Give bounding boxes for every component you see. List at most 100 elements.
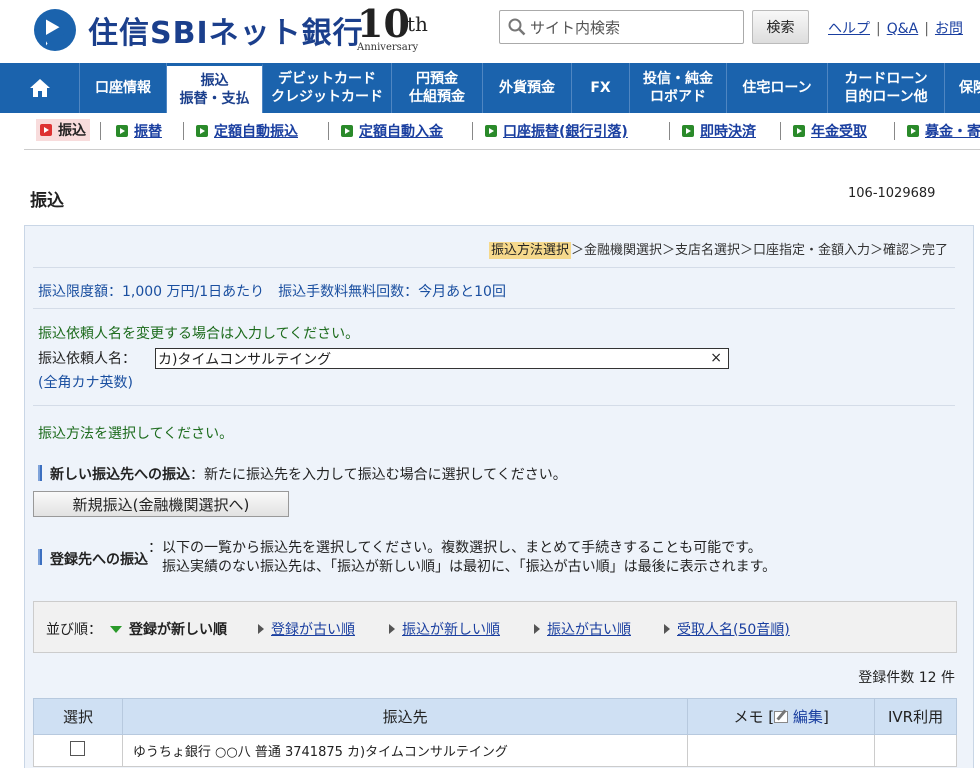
nav-housing-loan[interactable]: 住宅ローン: [727, 63, 828, 113]
nav-home[interactable]: [0, 63, 80, 113]
subnav-item-transfer[interactable]: 振込: [36, 119, 90, 141]
divider: |: [876, 21, 881, 37]
kana-note: (全角カナ英数): [38, 375, 133, 391]
qa-link[interactable]: Q&A: [887, 21, 919, 37]
subnav-link[interactable]: 定額自動入金: [359, 121, 443, 141]
subnav-link[interactable]: 年金受取: [811, 121, 867, 141]
search-icon: [508, 18, 526, 36]
arrow-right-icon: [682, 125, 694, 137]
nav-foreign-deposit[interactable]: 外貨預金: [483, 63, 572, 113]
memo-header-close: ]: [822, 708, 829, 726]
memo-header-label: メモ [: [733, 708, 775, 726]
nav-card-loan[interactable]: カードローン 目的ローン他: [828, 63, 945, 113]
divider: [100, 122, 101, 140]
subnav-link[interactable]: 口座振替(銀行引落): [503, 121, 628, 141]
nav-account-info[interactable]: 口座情報: [80, 63, 167, 113]
edit-memo-link[interactable]: 編集: [793, 708, 823, 726]
sender-name-field: ×: [155, 348, 729, 369]
registered-desc-line1: ：以下の一覧から振込先を選択してください。複数選択し、まとめて手続きすることも可…: [148, 540, 762, 556]
divider: [33, 308, 955, 309]
subnav-item-direct-debit[interactable]: 口座振替(銀行引落): [485, 121, 628, 141]
arrow-right-icon: [196, 125, 208, 137]
nav-label: デビットカード クレジットカード: [271, 70, 383, 106]
sort-option-link[interactable]: 受取人名(50音順): [677, 619, 790, 639]
payee-table: 選択 振込先 メモ [ 編集] IVR利用 ゆうちょ銀行 ○○八 普通 3741…: [33, 698, 957, 767]
nav-label: 円預金 仕組預金: [409, 70, 465, 106]
nav-label-line: 仕組預金: [409, 89, 465, 105]
divider: [183, 122, 184, 140]
divider: [33, 405, 955, 406]
nav-investment[interactable]: 投信・純金 ロボアド: [630, 63, 727, 113]
sort-option-transfer-oldest[interactable]: 振込が古い順: [534, 619, 631, 639]
sort-bar: 並び順： 登録が新しい順 登録が古い順 振込が新しい順 振込が古い順 受取人名(…: [33, 601, 957, 653]
sort-option-payee-name[interactable]: 受取人名(50音順): [664, 619, 790, 639]
subnav-item-scheduled-transfer[interactable]: 定額自動振込: [196, 121, 298, 141]
col-select: 選択: [33, 698, 123, 735]
bank-logo-icon[interactable]: [34, 9, 76, 51]
sort-option-link[interactable]: 振込が新しい順: [402, 619, 500, 639]
nav-label-line: 振替・支払: [179, 90, 250, 107]
nav-cards[interactable]: デビットカード クレジットカード: [263, 63, 392, 113]
subnav-item-scheduled-deposit[interactable]: 定額自動入金: [341, 121, 443, 141]
site-search-box: [499, 10, 744, 44]
anniversary-suffix: th: [407, 12, 428, 36]
brand-name[interactable]: 住信SBIネット銀行: [88, 8, 364, 52]
subnav-link[interactable]: 募金・寄: [925, 121, 980, 141]
nav-label: 保険: [959, 80, 980, 96]
nav-label: 口座情報: [95, 80, 151, 96]
nav-label: 投信・純金 ロボアド: [643, 70, 713, 106]
payee-cell: ゆうちょ銀行 ○○八 普通 3741875 カ)タイムコンサルテイング: [121, 734, 689, 767]
registered-transfer-desc: ：以下の一覧から振込先を選択してください。複数選択し、まとめて手続きすることも可…: [148, 539, 776, 577]
edit-memo-icon: [774, 711, 789, 723]
nav-label: FX: [590, 80, 611, 96]
anniversary-word: Anniversary: [357, 42, 419, 53]
triangle-right-icon: [534, 624, 540, 634]
select-checkbox[interactable]: [70, 741, 86, 756]
memo-cell: [687, 734, 876, 767]
subnav-item-instant-payment[interactable]: 即時決済: [682, 121, 756, 141]
nav-insurance[interactable]: 保険: [945, 63, 980, 113]
nav-label-line: 投信・純金: [643, 71, 713, 87]
select-cell: [33, 734, 123, 767]
sort-option-link[interactable]: 振込が古い順: [547, 619, 631, 639]
utility-links: ヘルプ | Q&A | お問: [828, 18, 963, 38]
sort-option-link[interactable]: 登録が古い順: [271, 619, 355, 639]
nav-fx[interactable]: FX: [572, 63, 630, 113]
subnav-link[interactable]: 即時決済: [700, 121, 756, 141]
nav-label-line: 振込: [200, 72, 229, 89]
subnav-item-internal-transfer[interactable]: 振替: [116, 121, 162, 141]
sender-name-input[interactable]: [158, 349, 708, 368]
triangle-right-icon: [258, 624, 264, 634]
section-marker: [38, 549, 42, 565]
sort-option-registered-oldest[interactable]: 登録が古い順: [258, 619, 355, 639]
anniversary-logo: 10 th Anniversary: [357, 2, 437, 58]
subnav-item-pension[interactable]: 年金受取: [793, 121, 867, 141]
anniversary-number: 10: [357, 1, 410, 46]
divider: [472, 122, 473, 140]
new-transfer-button[interactable]: 新規振込(金融機関選択へ): [33, 491, 289, 517]
method-note: 振込方法を選択してください。: [38, 426, 234, 442]
col-memo: メモ [ 編集]: [687, 698, 876, 735]
help-link[interactable]: ヘルプ: [828, 21, 870, 37]
step-indicator: 振込方法選択 ＞金融機関選択＞支店名選択＞口座指定・金額入力＞確認＞完了: [488, 239, 948, 259]
clear-icon[interactable]: ×: [710, 350, 722, 366]
sort-option-registered-newest[interactable]: 登録が新しい順: [110, 619, 227, 639]
subnav-link[interactable]: 定額自動振込: [214, 121, 298, 141]
nav-label-line: クレジットカード: [271, 89, 383, 105]
sort-label: 並び順：: [46, 622, 102, 638]
nav-label: 振込 振替・支払: [180, 72, 250, 108]
nav-transfer[interactable]: 振込 振替・支払: [167, 63, 263, 113]
subnav-link[interactable]: 振替: [134, 121, 162, 141]
triangle-right-icon: [664, 624, 670, 634]
nav-yen-deposit[interactable]: 円預金 仕組預金: [392, 63, 483, 113]
section-marker: [38, 465, 42, 481]
site-header: 住信SBIネット銀行 10 th Anniversary 検索 ヘルプ | Q&A |…: [0, 0, 980, 62]
site-search-input[interactable]: [530, 17, 735, 39]
search-button[interactable]: 検索: [752, 10, 809, 44]
subnav-item-donation[interactable]: 募金・寄: [907, 121, 980, 141]
sort-option-transfer-newest[interactable]: 振込が新しい順: [389, 619, 500, 639]
contact-link[interactable]: お問: [935, 21, 963, 37]
sender-name-label: 振込依頼人名：: [38, 351, 136, 367]
remaining-steps: ＞金融機関選択＞支店名選択＞口座指定・金額入力＞確認＞完了: [570, 243, 948, 258]
nav-label: 住宅ローン: [742, 80, 812, 96]
